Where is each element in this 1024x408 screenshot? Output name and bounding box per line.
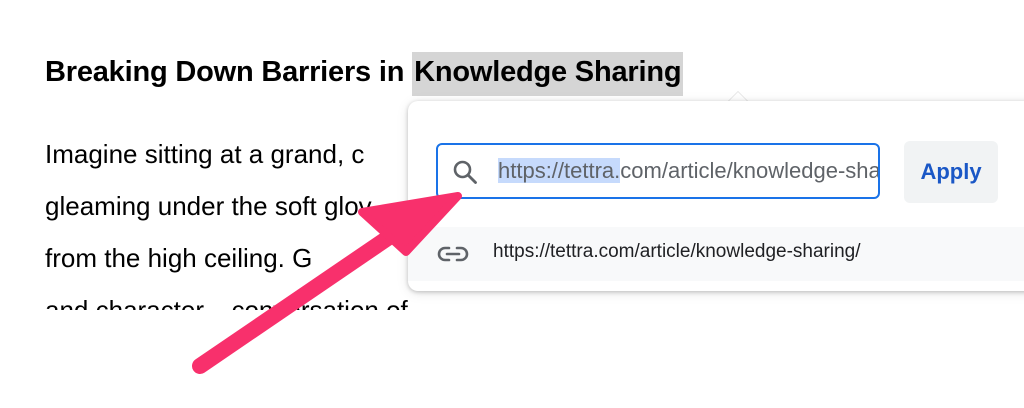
paragraph-line: Imagine sitting at a grand, c [45, 139, 365, 169]
link-popup: https://tettra.com/article/knowledge-sha… [408, 101, 1024, 291]
url-text-rest: com/article/knowledge-sharing/ [620, 158, 878, 183]
search-icon [453, 160, 477, 184]
link-url-input[interactable]: https://tettra.com/article/knowledge-sha… [498, 145, 878, 197]
suggestion-url: https://tettra.com/article/knowledge-sha… [493, 241, 861, 262]
paragraph-line: gleaming under the soft glov [45, 191, 372, 221]
paragraph-line: and character... conversation of [45, 295, 408, 310]
title-highlighted-text[interactable]: Knowledge Sharing [412, 52, 684, 96]
paragraph-line: from the high ceiling. G [45, 243, 313, 273]
link-icon [437, 246, 469, 262]
apply-button[interactable]: Apply [904, 141, 998, 203]
document-title: Breaking Down Barriers in Knowledge Shar… [45, 52, 684, 100]
title-plain-text: Breaking Down Barriers in [45, 56, 413, 88]
page: Breaking Down Barriers in Knowledge Shar… [0, 0, 1024, 408]
link-search-box[interactable]: https://tettra.com/article/knowledge-sha… [436, 143, 880, 199]
link-suggestion-item[interactable]: https://tettra.com/article/knowledge-sha… [408, 227, 1024, 281]
selected-url-text: https://tettra. [498, 158, 621, 183]
